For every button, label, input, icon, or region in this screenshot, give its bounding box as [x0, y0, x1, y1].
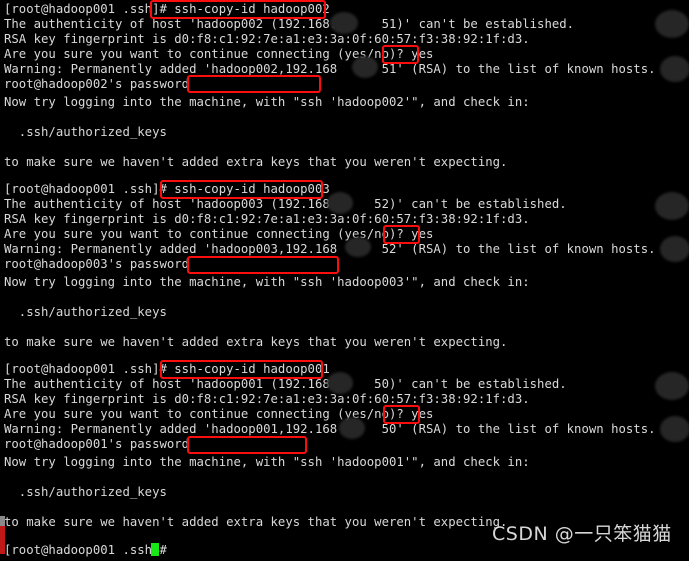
- terminal-line: .ssh/authorized_keys: [4, 485, 167, 499]
- terminal-line: Warning: Permanently added 'hadoop003,19…: [4, 242, 656, 256]
- scrollbar-thumb[interactable]: [0, 526, 5, 554]
- annotation-box-password-1: [187, 75, 321, 93]
- terminal-line: .ssh/authorized_keys: [4, 125, 167, 139]
- annotation-box-password-3: [187, 436, 307, 454]
- watermark-text: CSDN @一只笨猫猫: [492, 523, 672, 545]
- terminal-line: root@hadoop001's password:: [4, 437, 197, 451]
- terminal-line: Now try logging into the machine, with "…: [4, 455, 530, 469]
- terminal-line: [root@hadoop001 .ssh]# ssh-copy-id hadoo…: [4, 362, 330, 376]
- terminal-output[interactable]: [root@hadoop001 .ssh]# ssh-copy-id hadoo…: [0, 0, 689, 561]
- redaction-blob: [655, 10, 689, 38]
- terminal-line: Warning: Permanently added 'hadoop002,19…: [4, 62, 656, 76]
- scrollbar-track[interactable]: [0, 516, 5, 526]
- terminal-line: The authenticity of host 'hadoop003 (192…: [4, 197, 567, 211]
- terminal-line: Now try logging into the machine, with "…: [4, 95, 530, 109]
- terminal-line: Are you sure you want to continue connec…: [4, 407, 434, 421]
- shell-prompt: [root@hadoop001 .ssh]#: [4, 543, 167, 557]
- terminal-line: Warning: Permanently added 'hadoop001,19…: [4, 422, 656, 436]
- terminal-line: root@hadoop003's password:: [4, 257, 197, 271]
- terminal-line: Now try logging into the machine, with "…: [4, 275, 530, 289]
- terminal-line: The authenticity of host 'hadoop002 (192…: [4, 17, 575, 31]
- terminal-line: The authenticity of host 'hadoop001 (192…: [4, 377, 567, 391]
- terminal-line: to make sure we haven't added extra keys…: [4, 515, 508, 529]
- redaction-blob: [655, 372, 689, 400]
- terminal-line: root@hadoop002's password:: [4, 77, 197, 91]
- terminal-line: Are you sure you want to continue connec…: [4, 47, 434, 61]
- redaction-blob: [660, 416, 689, 442]
- terminal-line: RSA key fingerprint is d0:f8:c1:92:7e:a1…: [4, 392, 530, 406]
- terminal-line: to make sure we haven't added extra keys…: [4, 335, 508, 349]
- redaction-blob: [660, 236, 689, 262]
- terminal-line: RSA key fingerprint is d0:f8:c1:92:7e:a1…: [4, 32, 530, 46]
- redaction-blob: [660, 56, 689, 82]
- terminal-line: .ssh/authorized_keys: [4, 305, 167, 319]
- redaction-blob: [655, 192, 689, 220]
- terminal-line: [root@hadoop001 .ssh]# ssh-copy-id hadoo…: [4, 182, 330, 196]
- annotation-box-password-2: [187, 256, 339, 274]
- terminal-line: [root@hadoop001 .ssh]# ssh-copy-id hadoo…: [4, 2, 330, 16]
- terminal-line: to make sure we haven't added extra keys…: [4, 155, 508, 169]
- terminal-line: Are you sure you want to continue connec…: [4, 227, 434, 241]
- terminal-line: RSA key fingerprint is d0:f8:c1:92:7e:a1…: [4, 212, 530, 226]
- text-cursor: [151, 543, 159, 556]
